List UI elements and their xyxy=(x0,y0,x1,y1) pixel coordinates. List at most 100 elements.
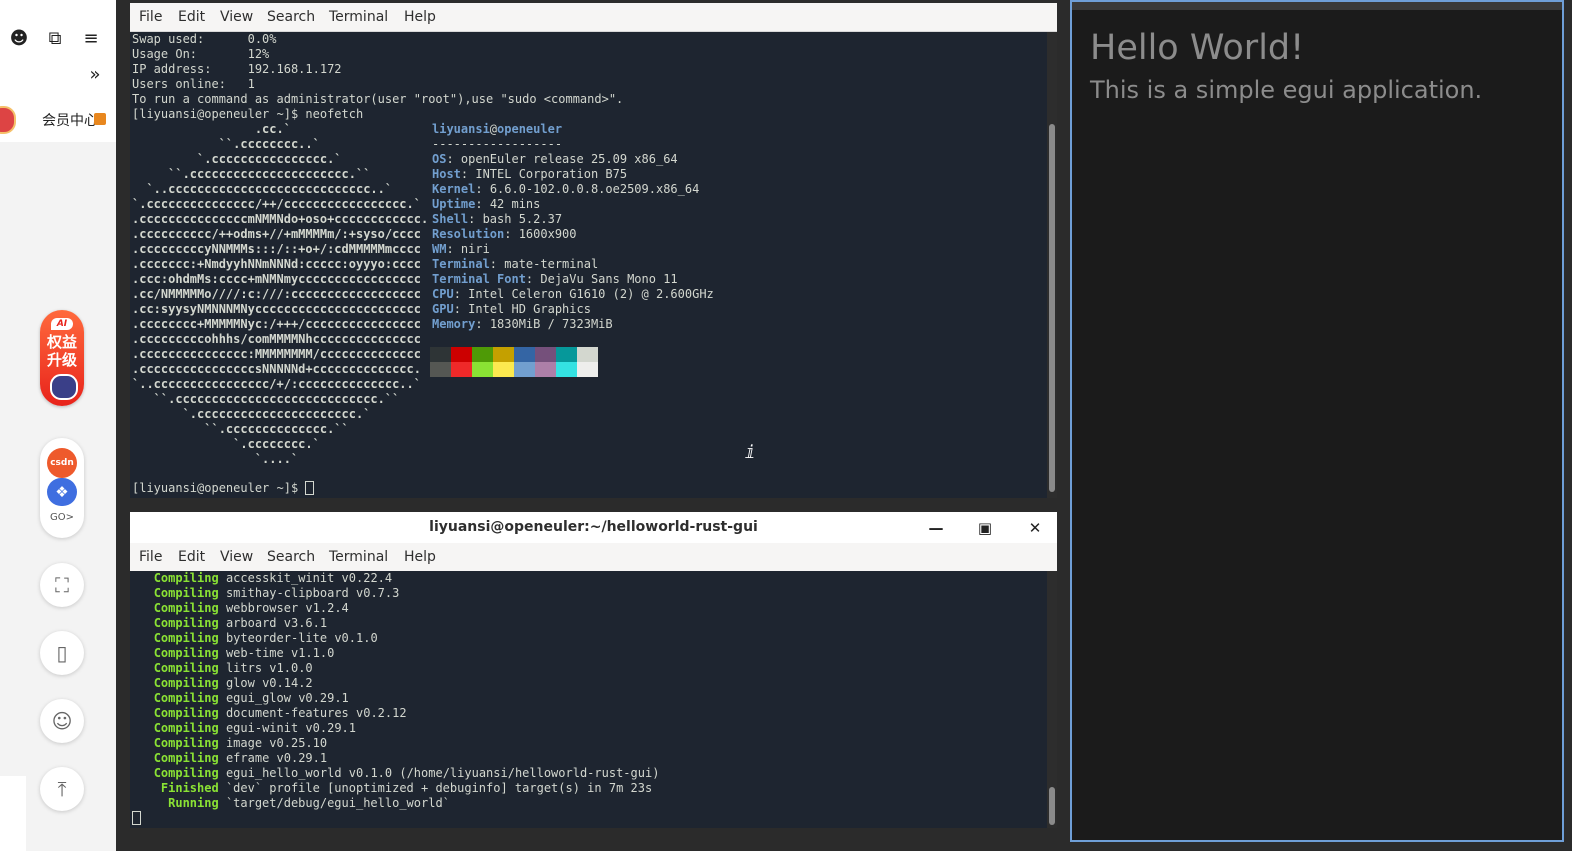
cargo-status: Compiling xyxy=(153,586,219,600)
account-circle-icon[interactable]: ☻ xyxy=(8,28,30,50)
palette-swatch xyxy=(493,347,514,362)
info-key: Shell xyxy=(432,212,469,226)
menu-search[interactable]: Search xyxy=(267,9,315,25)
scrollbar-thumb[interactable] xyxy=(1049,124,1055,492)
menu-view[interactable]: View xyxy=(220,549,253,565)
menu-terminal[interactable]: Terminal xyxy=(329,9,388,25)
sysinfo-block: Swap used: 0.0% Usage On: 12% IP address… xyxy=(132,32,623,122)
menu-file[interactable]: File xyxy=(139,549,162,565)
openeuler-ascii-logo: .cc.` ``.cccccccc..` `.cccccccccccccccc.… xyxy=(132,122,428,467)
close-icon[interactable]: ✕ xyxy=(1024,517,1046,539)
vip-flag-icon xyxy=(94,113,106,125)
palette-swatch xyxy=(556,347,577,362)
cargo-status: Compiling xyxy=(153,661,219,675)
cargo-status: Compiling xyxy=(153,571,219,585)
cargo-line-text: document-features v0.2.12 xyxy=(225,706,407,720)
scrollbar-bottom[interactable] xyxy=(1047,571,1057,828)
sysinfo-value: 12% xyxy=(247,47,270,61)
sysinfo-label: IP address: xyxy=(132,62,212,76)
egui-window[interactable]: Hello World! This is a simple egui appli… xyxy=(1070,0,1564,842)
double-chevron-right-icon[interactable]: » xyxy=(84,64,106,86)
menu-file[interactable]: File xyxy=(139,9,162,25)
cargo-line-text: webbrowser v1.2.4 xyxy=(225,601,349,615)
menu-help[interactable]: Help xyxy=(404,549,436,565)
browser-toolbar: ☻ ⧉ ≡ » 会员中心 xyxy=(0,0,116,142)
logo-line: `.ccccccccccccccc/++/ccccccccccccccccc.` xyxy=(132,197,421,211)
logo-line: .cc.` xyxy=(132,122,291,136)
palette-swatch xyxy=(514,347,535,362)
neofetch-info-lines: OS: openEuler release 25.09 x86_64 Host:… xyxy=(432,152,714,331)
fullscreen-icon[interactable]: ⛶ xyxy=(40,563,84,607)
final-prompt-line[interactable]: [liyuansi@openeuler ~]$ xyxy=(132,481,315,496)
puzzle-icon[interactable]: ⧉ xyxy=(44,28,66,50)
promo-line-1: 权益 xyxy=(46,333,77,351)
cargo-line-text: `target/debug/egui_hello_world` xyxy=(225,796,450,810)
member-center-link[interactable]: 会员中心 xyxy=(0,104,116,134)
cargo-status: Compiling xyxy=(153,691,219,705)
info-key: Memory xyxy=(432,317,476,331)
info-key: GPU xyxy=(432,302,454,316)
scrollbar-top[interactable] xyxy=(1047,32,1057,498)
palette-swatch xyxy=(514,362,535,377)
cargo-line-text: egui_glow v0.29.1 xyxy=(225,691,349,705)
info-value: DejaVu Sans Mono 11 xyxy=(540,272,678,286)
menubar-bottom: File Edit View Search Terminal Help xyxy=(130,543,1057,572)
scrollbar-thumb[interactable] xyxy=(1049,787,1055,825)
sysinfo-value: 192.168.1.172 xyxy=(247,62,342,76)
menu-terminal[interactable]: Terminal xyxy=(329,549,388,565)
back-to-top-icon[interactable]: ⤒ xyxy=(40,767,84,811)
info-key: Uptime xyxy=(432,197,476,211)
ai-badge: AI xyxy=(51,318,73,330)
info-value: openEuler release 25.09 x86_64 xyxy=(460,152,678,166)
cargo-line-text: byteorder-lite v0.1.0 xyxy=(225,631,378,645)
cargo-line-text: smithay-clipboard v0.7.3 xyxy=(225,586,400,600)
logo-line: .cc:syysyNMNNNMNyccccccccccccccccccccccc xyxy=(132,302,421,316)
go-link[interactable]: GO> xyxy=(40,512,84,523)
palette-swatch xyxy=(451,362,472,377)
mobile-icon[interactable]: ▯ xyxy=(40,631,84,675)
palette-swatch xyxy=(577,362,598,377)
ai-upgrade-promo[interactable]: AI 权益 升级 xyxy=(40,310,84,406)
sysinfo-value: 1 xyxy=(247,77,255,91)
bottom-prompt-line[interactable] xyxy=(132,811,141,826)
menu-edit[interactable]: Edit xyxy=(178,549,205,565)
info-value: 1600x900 xyxy=(518,227,577,241)
logo-line: ``.cccccccccccccc.`` xyxy=(132,422,349,436)
menu-view[interactable]: View xyxy=(220,9,253,25)
member-center-label: 会员中心 xyxy=(42,113,98,129)
minimize-icon[interactable]: — xyxy=(925,517,947,539)
menu-help[interactable]: Help xyxy=(404,9,436,25)
cargo-status: Compiling xyxy=(153,706,219,720)
terminal-screen-bottom[interactable]: Compiling accesskit_winit v0.22.4 Compil… xyxy=(130,571,1047,828)
terminal-window-bottom[interactable]: liyuansi@openeuler:~/helloworld-rust-gui… xyxy=(130,512,1057,828)
bird-icon: ❖ xyxy=(47,478,77,506)
info-key: Terminal xyxy=(432,257,490,271)
neofetch-host: openeuler xyxy=(497,122,563,136)
sysinfo-label: Usage On: xyxy=(132,47,198,61)
palette-swatch xyxy=(430,362,451,377)
hamburger-menu-icon[interactable]: ≡ xyxy=(80,28,102,50)
info-value: bash 5.2.37 xyxy=(482,212,563,226)
browser-bottom-strip xyxy=(0,776,26,851)
prompt: [liyuansi@openeuler ~]$ xyxy=(132,107,306,121)
cargo-line-text: image v0.25.10 xyxy=(225,736,328,750)
egui-heading: Hello World! xyxy=(1090,28,1305,68)
info-value: 42 mins xyxy=(489,197,541,211)
menu-edit[interactable]: Edit xyxy=(178,9,205,25)
titlebar-bottom[interactable]: liyuansi@openeuler:~/helloworld-rust-gui… xyxy=(130,512,1057,544)
csdn-widget[interactable]: csdn ❖ GO> xyxy=(40,438,84,538)
info-value: 1830MiB / 7323MiB xyxy=(489,317,613,331)
cargo-status: Compiling xyxy=(153,721,219,735)
palette-swatch xyxy=(535,362,556,377)
terminal-window-top[interactable]: File Edit View Search Terminal Help Swap… xyxy=(130,0,1057,498)
text-cursor xyxy=(132,811,141,825)
maximize-icon[interactable]: ▣ xyxy=(974,517,996,539)
info-value: INTEL Corporation B75 xyxy=(475,167,628,181)
logo-line: .cc/NMMMMMo////:c:///:cccccccccccccccccc xyxy=(132,287,421,301)
terminal-screen-top[interactable]: Swap used: 0.0% Usage On: 12% IP address… xyxy=(130,32,1047,498)
info-value: 6.6.0-102.0.0.8.oe2509.x86_64 xyxy=(489,182,700,196)
info-value: Intel Celeron G1610 (2) @ 2.600GHz xyxy=(468,287,714,301)
window-title: liyuansi@openeuler:~/helloworld-rust-gui xyxy=(429,519,758,535)
chat-icon[interactable]: ☺ xyxy=(40,699,84,743)
menu-search[interactable]: Search xyxy=(267,549,315,565)
